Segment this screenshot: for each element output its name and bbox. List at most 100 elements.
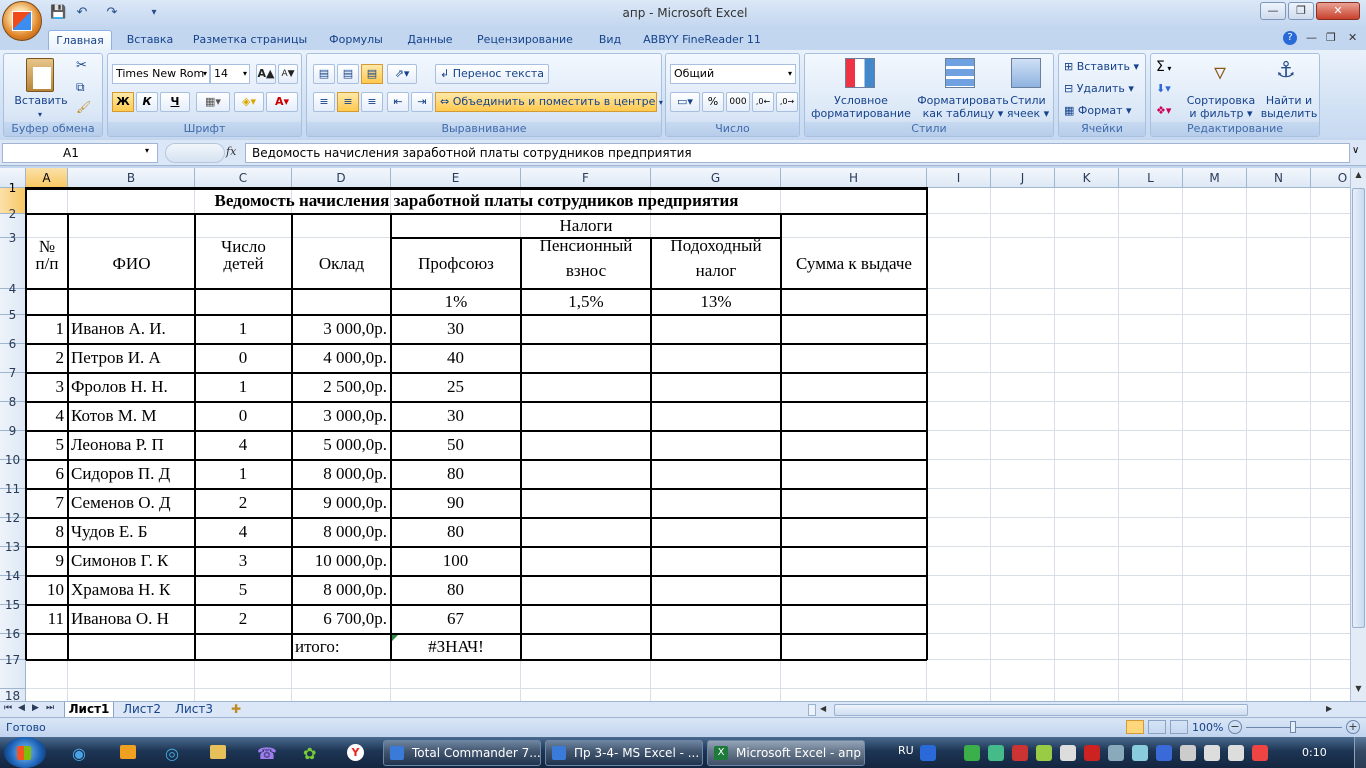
redo-icon[interactable]: ↷ <box>104 5 120 21</box>
column-header-h[interactable]: H <box>781 168 927 188</box>
cell-salary[interactable]: 8 000,0р. <box>295 522 387 542</box>
tray-help-icon[interactable] <box>920 745 936 761</box>
merge-center-button[interactable]: ⇔ Объединить и поместить в центре ▾ <box>435 92 663 112</box>
cell-n[interactable]: 1 <box>29 319 65 339</box>
cell-n[interactable]: 9 <box>29 551 65 571</box>
show-desktop-button[interactable] <box>1354 737 1366 768</box>
volume-icon[interactable] <box>1228 745 1244 761</box>
next-sheet-icon[interactable]: ▶ <box>32 703 39 713</box>
header-salary[interactable]: Оклад <box>295 254 388 274</box>
font-name-combo[interactable]: Times New Rom ▾ <box>112 64 210 84</box>
align-center-icon[interactable]: ≡ <box>337 92 359 112</box>
borders-icon[interactable]: ▦▾ <box>196 92 230 112</box>
paste-button[interactable]: Вставить <box>10 94 72 107</box>
column-header-k[interactable]: K <box>1055 168 1119 188</box>
insert-sheet-icon[interactable]: ✚ <box>224 702 248 718</box>
vertical-scrollbar[interactable]: ▲ ▼ <box>1350 168 1366 701</box>
column-header-a[interactable]: A <box>26 168 68 188</box>
page-break-view-icon[interactable] <box>1170 720 1188 734</box>
cell-kids[interactable]: 1 <box>198 377 288 397</box>
ribbon-minimize-icon[interactable]: — <box>1306 31 1317 44</box>
tab-formulas[interactable]: Формулы <box>322 30 390 50</box>
format-cells-button[interactable]: ▦ Формат ▾ <box>1061 101 1145 121</box>
cell-union[interactable]: 25 <box>394 377 517 397</box>
tray-app-icon-4[interactable] <box>1036 745 1052 761</box>
cell-salary[interactable]: 4 000,0р. <box>295 348 387 368</box>
minimize-button[interactable]: — <box>1260 2 1286 20</box>
start-button[interactable] <box>4 737 46 768</box>
worksheet-grid[interactable]: ABCDEFGHIJKLMNO 1 2 3 4 5 6 7 8 9 10 11 12 13 14 15 16 1… <box>0 168 1350 701</box>
total-value[interactable]: #ЗНАЧ! <box>394 637 518 657</box>
help-icon[interactable]: ? <box>1283 31 1297 45</box>
cell-fio[interactable]: Чудов Е. Б <box>71 522 191 542</box>
insert-function-icon[interactable]: fx <box>226 145 236 158</box>
grow-font-icon[interactable]: A▲ <box>256 64 276 84</box>
cell-union[interactable]: 30 <box>394 406 517 426</box>
taskbar-item-total-commander[interactable]: Total Commander 7.... <box>383 740 541 766</box>
header-taxes[interactable]: Налоги <box>394 216 778 236</box>
rate-pension[interactable]: 1,5% <box>524 292 648 312</box>
cell-n[interactable]: 5 <box>29 435 65 455</box>
header-income-2[interactable]: налог <box>654 261 778 281</box>
ie-icon[interactable]: ◉ <box>72 744 86 763</box>
sheet-tab-3[interactable]: Лист3 <box>170 702 218 718</box>
tray-app-icon-5[interactable] <box>1060 745 1076 761</box>
formula-bar-splitter[interactable] <box>165 143 225 163</box>
header-total[interactable]: Сумма к выдаче <box>784 254 924 274</box>
column-header-m[interactable]: M <box>1183 168 1247 188</box>
zoom-out-icon[interactable]: − <box>1228 720 1242 734</box>
explorer-icon[interactable] <box>210 745 226 759</box>
cell-kids[interactable]: 2 <box>198 493 288 513</box>
scroll-right-icon[interactable]: ▶ <box>1326 704 1336 716</box>
customize-qat-icon[interactable]: ▾ <box>146 5 162 21</box>
tab-review[interactable]: Рецензирование <box>470 30 580 50</box>
maximize-button[interactable]: ❐ <box>1288 2 1314 20</box>
scroll-up-icon[interactable]: ▲ <box>1352 170 1365 184</box>
formula-input[interactable]: Ведомость начисления заработной платы со… <box>245 143 1350 163</box>
cell-salary[interactable]: 3 000,0р. <box>295 406 387 426</box>
cell-kids[interactable]: 5 <box>198 580 288 600</box>
column-header-l[interactable]: L <box>1119 168 1183 188</box>
yandex-icon[interactable]: Y <box>347 744 364 761</box>
format-as-table-button[interactable]: Форматировать как таблицу ▾ <box>913 94 1013 120</box>
orientation-icon[interactable]: ⇗▾ <box>387 64 417 84</box>
cell-union[interactable]: 90 <box>394 493 517 513</box>
app-gear-icon[interactable]: ✿ <box>303 744 316 763</box>
rate-union[interactable]: 1% <box>394 292 518 312</box>
cell-fio[interactable]: Иванов А. И. <box>71 319 191 339</box>
align-left-icon[interactable]: ≡ <box>313 92 335 112</box>
paste-dropdown-icon[interactable]: ▾ <box>30 108 50 121</box>
increase-indent-icon[interactable]: ⇥ <box>411 92 433 112</box>
bold-button[interactable]: Ж <box>112 92 134 112</box>
battery-icon[interactable] <box>1180 745 1196 761</box>
close-button[interactable]: ✕ <box>1316 2 1360 20</box>
row-header-17[interactable]: 17 <box>0 653 26 689</box>
tab-abbyy[interactable]: ABBYY FineReader 11 <box>640 30 764 50</box>
font-size-combo[interactable]: 14 ▾ <box>210 64 250 84</box>
align-right-icon[interactable]: ≡ <box>361 92 383 112</box>
percent-button[interactable]: % <box>702 92 724 112</box>
column-header-j[interactable]: J <box>991 168 1055 188</box>
cell-kids[interactable]: 1 <box>198 464 288 484</box>
column-header-e[interactable]: E <box>391 168 521 188</box>
cell-n[interactable]: 4 <box>29 406 65 426</box>
column-header-c[interactable]: C <box>195 168 292 188</box>
office-button[interactable] <box>2 1 42 41</box>
column-header-o[interactable]: O <box>1311 168 1350 188</box>
cell-union[interactable]: 80 <box>394 464 517 484</box>
header-pension-1[interactable]: Пенсионный <box>524 236 648 256</box>
format-painter-icon[interactable]: 🖌 <box>76 100 91 114</box>
sheet-tab-2[interactable]: Лист2 <box>118 702 166 718</box>
decrease-indent-icon[interactable]: ⇤ <box>387 92 409 112</box>
cell-salary[interactable]: 8 000,0р. <box>295 464 387 484</box>
network-icon[interactable]: ◎ <box>165 744 179 763</box>
tab-page-layout[interactable]: Разметка страницы <box>190 30 310 50</box>
fill-icon[interactable]: ⬇▾ <box>1155 79 1185 99</box>
thousands-button[interactable]: 000 <box>726 92 750 112</box>
tab-home[interactable]: Главная <box>48 30 112 50</box>
sheet-tab-1[interactable]: Лист1 <box>64 702 114 718</box>
cell-kids[interactable]: 1 <box>198 319 288 339</box>
column-header-g[interactable]: G <box>651 168 781 188</box>
column-header-d[interactable]: D <box>292 168 391 188</box>
expand-formula-bar-icon[interactable]: ∨ <box>1352 145 1359 156</box>
